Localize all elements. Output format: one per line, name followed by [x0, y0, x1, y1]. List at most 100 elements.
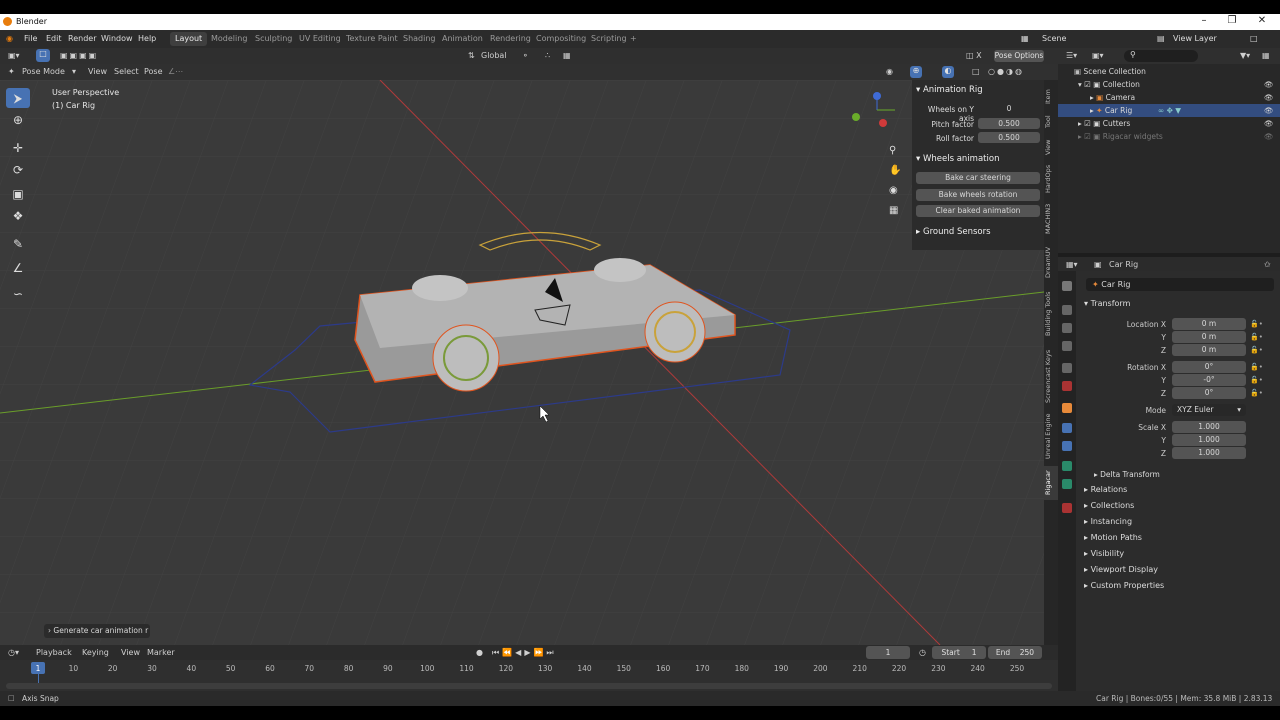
menu-pose[interactable]: Pose: [144, 67, 163, 76]
scene-tab-icon[interactable]: [1062, 363, 1072, 373]
blender-menu-icon[interactable]: ◉: [6, 34, 13, 43]
select-tool-icon[interactable]: ⮞: [6, 88, 30, 108]
menu-timeline-view[interactable]: View: [121, 648, 140, 657]
mode-dropdown[interactable]: Pose Mode: [22, 67, 65, 76]
bake-wheels-rotation-button[interactable]: Bake wheels rotation: [916, 189, 1040, 201]
bone-tab-icon[interactable]: [1062, 479, 1072, 489]
pose-options-dropdown[interactable]: Pose Options: [994, 50, 1044, 62]
tab-rigacar[interactable]: Rigacar: [1044, 466, 1058, 500]
outliner-row-camera[interactable]: ▸ ▣ Camera 👁: [1058, 91, 1280, 104]
tab-layout[interactable]: Layout: [170, 32, 208, 46]
wheels-y-field[interactable]: 0: [978, 103, 1040, 114]
restore-icon[interactable]: ❐: [1219, 15, 1245, 29]
tab-dreamuv[interactable]: DreamUV: [1044, 242, 1058, 282]
current-frame-field[interactable]: 1: [866, 646, 910, 659]
cursor-tool-icon[interactable]: ⊕: [6, 110, 30, 130]
move-tool-icon[interactable]: ✛: [6, 138, 30, 158]
tab-texture-paint[interactable]: Texture Paint: [341, 32, 403, 46]
tab-view[interactable]: View: [1044, 136, 1058, 158]
tab-machin3[interactable]: MACHIN3: [1044, 200, 1058, 238]
filter-icon[interactable]: ▼▾: [1240, 51, 1250, 60]
rotation-z-field[interactable]: 0°: [1172, 387, 1246, 399]
world-tab-icon[interactable]: [1062, 381, 1072, 391]
scene-name[interactable]: Scene: [1042, 34, 1066, 43]
roll-factor-field[interactable]: 0.500: [978, 132, 1040, 143]
pin-icon[interactable]: ✩: [1264, 260, 1271, 269]
tab-scripting[interactable]: Scripting: [586, 32, 632, 46]
lock-toggles[interactable]: 🔓• 🔓• 🔓• 🔓• 🔓• 🔓•: [1250, 318, 1270, 462]
transform-orientation[interactable]: Global: [481, 51, 507, 60]
measure-tool-icon[interactable]: ∠: [6, 258, 30, 278]
menu-playback[interactable]: Playback: [36, 648, 72, 657]
view-layer-name[interactable]: View Layer: [1173, 34, 1217, 43]
rotation-x-field[interactable]: 0°: [1172, 361, 1246, 373]
pan-hand-icon[interactable]: ✋: [889, 165, 901, 176]
tab-building-tools[interactable]: Building Tools: [1044, 286, 1058, 342]
select-mode-icons[interactable]: ▣▣▣▣: [60, 51, 98, 60]
menu-keying[interactable]: Keying: [82, 648, 109, 657]
orientation-icon[interactable]: ⇅: [468, 51, 475, 60]
relax-tool-icon[interactable]: ∽: [6, 284, 30, 304]
output-tab-icon[interactable]: [1062, 323, 1072, 333]
outliner-row-car-rig[interactable]: ▸ ✦ Car Rig ∞ ✥ ▼ 👁: [1058, 104, 1280, 117]
delta-transform-header[interactable]: ▸ Delta Transform: [1094, 470, 1160, 479]
animation-rig-header[interactable]: ▾ Animation Rig: [916, 85, 983, 95]
outliner-row-cutters[interactable]: ▸ ☑ ▣ Cutters 👁: [1058, 117, 1280, 130]
operator-redo-panel[interactable]: › Generate car animation r: [44, 624, 150, 638]
object-name-field[interactable]: ✦ Car Rig: [1086, 278, 1274, 291]
tab-hardops[interactable]: HardOps: [1044, 162, 1058, 196]
tab-screencast-keys[interactable]: Screencast Keys: [1044, 346, 1058, 406]
tab-item[interactable]: Item: [1044, 86, 1058, 108]
tab-modeling[interactable]: Modeling: [206, 32, 252, 46]
viewpoint-icon[interactable]: ◉: [886, 67, 893, 76]
menu-view[interactable]: View: [88, 67, 107, 76]
minimize-icon[interactable]: –: [1191, 15, 1217, 29]
record-icon[interactable]: ●: [476, 648, 483, 657]
scale-y-field[interactable]: 1.000: [1172, 434, 1246, 446]
constraint-tab-icon[interactable]: [1062, 441, 1072, 451]
pose-mode-icon[interactable]: ✦: [8, 67, 15, 76]
add-workspace-icon[interactable]: +: [630, 34, 637, 43]
tab-rendering[interactable]: Rendering: [485, 32, 536, 46]
display-mode-icon[interactable]: ▣▾: [1092, 51, 1104, 60]
menu-render[interactable]: Render: [68, 34, 96, 43]
menu-window[interactable]: Window: [101, 34, 133, 43]
outliner-row-scene-collection[interactable]: ▣ Scene Collection: [1058, 65, 1280, 78]
end-frame-field[interactable]: End 250: [988, 646, 1042, 659]
pose-tools-icon[interactable]: ∠⋯: [168, 67, 183, 76]
view-layer-icon[interactable]: ▤: [1157, 34, 1165, 43]
scene-icon[interactable]: ▦: [1021, 34, 1029, 43]
rotate-tool-icon[interactable]: ⟳: [6, 160, 30, 180]
visibility-eye-icon[interactable]: 👁: [1264, 91, 1274, 104]
visibility-eye-icon[interactable]: 👁: [1264, 130, 1274, 143]
menu-file[interactable]: File: [24, 34, 37, 43]
transform-tool-icon[interactable]: ❖: [6, 206, 30, 226]
tab-animation[interactable]: Animation: [437, 32, 488, 46]
start-frame-field[interactable]: Start 1: [932, 646, 986, 659]
menu-help[interactable]: Help: [138, 34, 156, 43]
motion-paths-section[interactable]: ▸ Motion Paths: [1084, 533, 1142, 542]
clear-baked-animation-button[interactable]: Clear baked animation: [916, 205, 1040, 217]
outliner-row-collection[interactable]: ▾ ☑ ▣ Collection 👁: [1058, 78, 1280, 91]
outliner-editor-icon[interactable]: ☰▾: [1066, 51, 1077, 60]
properties-editor-icon[interactable]: ▦▾: [1066, 260, 1078, 269]
scale-tool-icon[interactable]: ▣: [6, 184, 30, 204]
modifier-tab-icon[interactable]: [1062, 423, 1072, 433]
tab-shading[interactable]: Shading: [398, 32, 441, 46]
view-layer-tab-icon[interactable]: [1062, 341, 1072, 351]
select-box-icon[interactable]: □: [36, 49, 50, 62]
tab-sculpting[interactable]: Sculpting: [250, 32, 297, 46]
overlay-toggle-icon[interactable]: ◐: [942, 66, 954, 78]
menu-edit[interactable]: Edit: [46, 34, 62, 43]
gizmo-x-icon[interactable]: [879, 119, 887, 127]
shading-mode-icons[interactable]: ○●◑◍: [988, 67, 1024, 76]
ground-sensors-header[interactable]: ▸ Ground Sensors: [916, 227, 991, 237]
editor-type-icon[interactable]: ▣▾: [8, 51, 20, 60]
visibility-eye-icon[interactable]: 👁: [1264, 117, 1274, 130]
camera-view-icon[interactable]: ◉: [889, 185, 898, 196]
render-tab-icon[interactable]: [1062, 305, 1072, 315]
tab-uv-editing[interactable]: UV Editing: [294, 32, 346, 46]
location-z-field[interactable]: 0 m: [1172, 344, 1246, 356]
tab-compositing[interactable]: Compositing: [531, 32, 591, 46]
tab-tool[interactable]: Tool: [1044, 112, 1058, 132]
